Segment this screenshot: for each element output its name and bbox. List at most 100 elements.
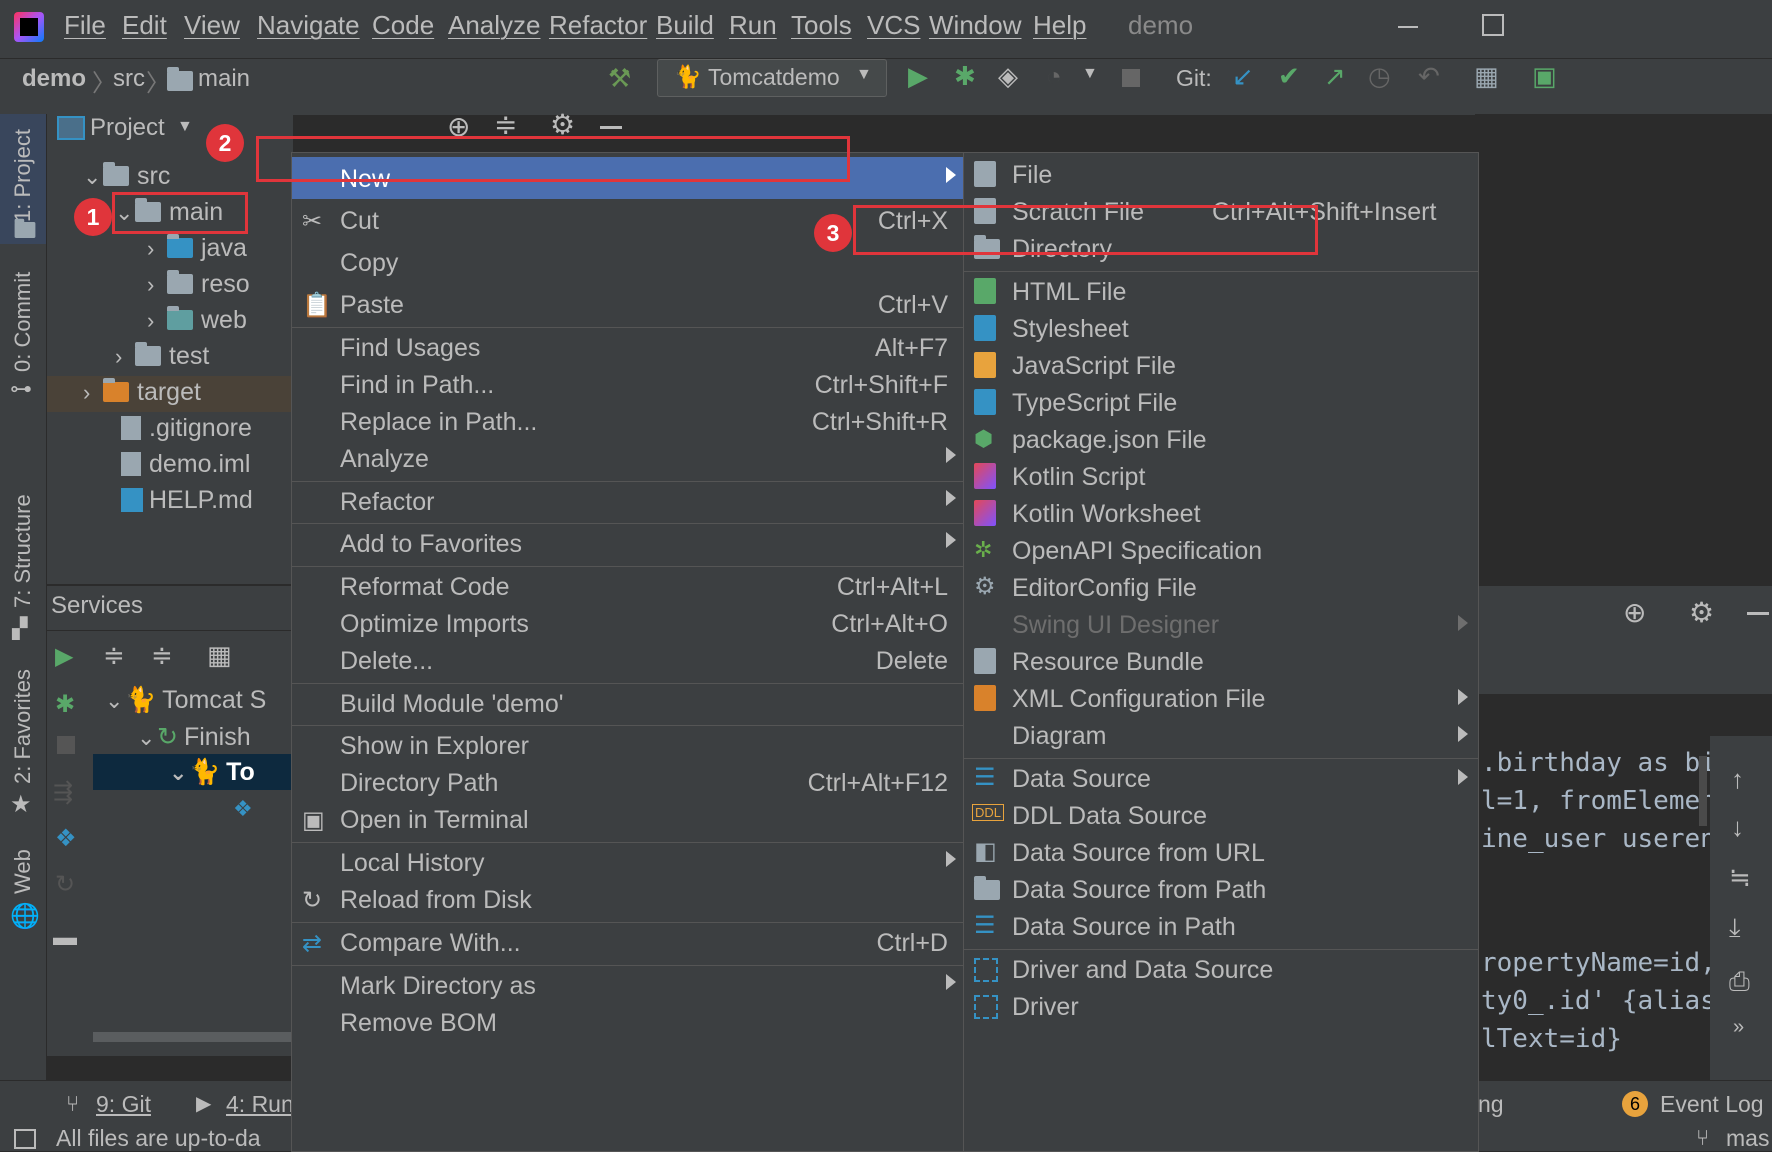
submenu-item-file[interactable]: File bbox=[964, 153, 1478, 195]
stop-icon[interactable] bbox=[57, 736, 75, 754]
vertical-scrollbar[interactable] bbox=[1699, 756, 1707, 826]
menu-vcs[interactable]: VCS bbox=[867, 10, 920, 41]
project-tool-label[interactable]: 1: Project bbox=[10, 129, 36, 222]
service-node-tomcatdemo[interactable]: ⌄🐈 To bbox=[169, 758, 255, 787]
breadcrumb-main[interactable]: main bbox=[198, 65, 250, 93]
git-tool-tab[interactable]: 9: Git bbox=[96, 1091, 151, 1118]
favorites-tool-label[interactable]: 2: Favorites bbox=[10, 669, 36, 784]
chevron-down-icon[interactable]: ⌄ bbox=[83, 164, 103, 190]
submenu-item-editorconfig[interactable]: ⚙ EditorConfig File bbox=[964, 566, 1478, 608]
layout-icon[interactable]: ▬ bbox=[53, 924, 77, 952]
chevron-down-icon[interactable]: ▼ bbox=[1082, 65, 1098, 83]
chevron-right-icon[interactable]: › bbox=[147, 308, 167, 334]
scroll-to-end-icon[interactable]: ⤓ bbox=[1729, 912, 1741, 944]
menu-item-build-module[interactable]: Build Module 'demo' bbox=[292, 682, 964, 724]
menu-item-mark-directory-as[interactable]: Mark Directory as bbox=[292, 964, 964, 1006]
submenu-item-ddl-data-source[interactable]: DDL DDL Data Source bbox=[964, 794, 1478, 836]
submenu-item-kotlin-worksheet[interactable]: Kotlin Worksheet bbox=[964, 492, 1478, 534]
menu-code[interactable]: Code bbox=[372, 10, 434, 41]
menu-file[interactable]: File bbox=[64, 10, 106, 41]
menu-build[interactable]: Build bbox=[656, 10, 714, 41]
submenu-item-package-json[interactable]: ⬢ package.json File bbox=[964, 418, 1478, 460]
chevron-right-icon[interactable]: › bbox=[83, 380, 103, 406]
refresh-icon[interactable]: ↻ bbox=[55, 870, 75, 899]
menu-item-find-in-path[interactable]: Find in Path... Ctrl+Shift+F bbox=[292, 363, 964, 405]
submenu-item-data-source-from-url[interactable]: ◧ Data Source from URL bbox=[964, 831, 1478, 873]
web-tool-label[interactable]: Web bbox=[10, 849, 36, 894]
commit-tool-label[interactable]: 0: Commit bbox=[10, 272, 36, 372]
profile-icon[interactable]: ◔ bbox=[1046, 61, 1062, 92]
tree-node-src[interactable]: ⌄ src bbox=[83, 162, 170, 191]
submenu-item-data-source-from-path[interactable]: Data Source from Path bbox=[964, 868, 1478, 910]
menu-run[interactable]: Run bbox=[729, 10, 777, 41]
artifact-icon[interactable]: ❖ bbox=[55, 824, 77, 853]
hide-icon[interactable] bbox=[600, 126, 622, 129]
chevron-down-icon[interactable]: ⌄ bbox=[169, 760, 189, 786]
minimize-button[interactable] bbox=[1398, 26, 1418, 28]
menu-edit[interactable]: Edit bbox=[122, 10, 167, 41]
horizontal-scrollbar[interactable] bbox=[93, 1032, 293, 1042]
tree-node-resources[interactable]: › reso bbox=[147, 270, 250, 299]
menu-item-local-history[interactable]: Local History bbox=[292, 841, 964, 883]
run-icon[interactable]: ▶ bbox=[908, 61, 928, 92]
tree-node-gitignore[interactable]: .gitignore bbox=[121, 414, 252, 443]
service-node-tomcat[interactable]: ⌄🐈 Tomcat S bbox=[105, 686, 266, 715]
debug-icon[interactable]: ✱ bbox=[954, 61, 976, 92]
chevron-right-icon[interactable]: › bbox=[115, 344, 135, 370]
build-hammer-icon[interactable]: ⚒ bbox=[608, 63, 631, 94]
collapse-all-icon[interactable]: ≑ bbox=[151, 640, 173, 671]
menu-item-open-in-terminal[interactable]: ▣ Open in Terminal bbox=[292, 798, 964, 840]
menu-item-directory-path[interactable]: Directory Path Ctrl+Alt+F12 bbox=[292, 761, 964, 803]
submenu-item-openapi[interactable]: ✲ OpenAPI Specification bbox=[964, 529, 1478, 571]
arrow-down-icon[interactable]: ↓ bbox=[1731, 812, 1744, 843]
git-update-icon[interactable]: ↙ bbox=[1232, 61, 1254, 92]
menu-item-reload-from-disk[interactable]: ↻ Reload from Disk bbox=[292, 878, 964, 920]
submenu-item-kotlin-script[interactable]: Kotlin Script bbox=[964, 455, 1478, 497]
menu-item-add-to-favorites[interactable]: Add to Favorites bbox=[292, 522, 964, 564]
submenu-item-html-file[interactable]: HTML File bbox=[964, 270, 1478, 312]
structure-tool-label[interactable]: 7: Structure bbox=[10, 494, 36, 608]
run-tool-tab[interactable]: 4: Run bbox=[226, 1091, 294, 1118]
soft-wrap-icon[interactable]: ≒ bbox=[1729, 862, 1751, 893]
submenu-item-data-source[interactable]: ☰ Data Source bbox=[964, 757, 1478, 799]
menu-refactor[interactable]: Refactor bbox=[549, 10, 647, 41]
maximize-button[interactable] bbox=[1482, 14, 1504, 36]
chevron-right-icon[interactable]: › bbox=[147, 236, 167, 262]
menu-item-paste[interactable]: 📋 Paste Ctrl+V bbox=[292, 283, 964, 325]
menu-item-refactor[interactable]: Refactor bbox=[292, 480, 964, 522]
run-config-select[interactable]: 🐈 Tomcatdemo ▼ bbox=[657, 59, 887, 97]
menu-view[interactable]: View bbox=[184, 10, 240, 41]
tree-node-webapp[interactable]: › web bbox=[147, 306, 247, 335]
print-icon[interactable]: ⎙ bbox=[1729, 966, 1750, 998]
submenu-item-driver[interactable]: Driver bbox=[964, 985, 1478, 1027]
submenu-item-resource-bundle[interactable]: Resource Bundle bbox=[964, 640, 1478, 682]
submenu-item-javascript-file[interactable]: JavaScript File bbox=[964, 344, 1478, 386]
submenu-item-stylesheet[interactable]: Stylesheet bbox=[964, 307, 1478, 349]
menu-item-optimize-imports[interactable]: Optimize Imports Ctrl+Alt+O bbox=[292, 602, 964, 644]
tree-node-demo-iml[interactable]: demo.iml bbox=[121, 450, 250, 479]
project-view-selector[interactable]: Project bbox=[90, 114, 165, 142]
rollback-icon[interactable]: ↶ bbox=[1418, 61, 1440, 92]
breadcrumb-project[interactable]: demo bbox=[22, 65, 86, 93]
deploy-icon[interactable]: ⇶ bbox=[53, 778, 73, 807]
menu-analyze[interactable]: Analyze bbox=[448, 10, 541, 41]
hide-icon[interactable] bbox=[1747, 612, 1769, 615]
chevron-right-icon[interactable]: › bbox=[147, 272, 167, 298]
gear-icon[interactable]: ⚙ bbox=[1689, 596, 1714, 629]
menu-item-compare-with[interactable]: ⇄ Compare With... Ctrl+D bbox=[292, 921, 964, 963]
menu-item-find-usages[interactable]: Find Usages Alt+F7 bbox=[292, 326, 964, 368]
menu-item-delete[interactable]: Delete... Delete bbox=[292, 639, 964, 681]
menu-tools[interactable]: Tools bbox=[791, 10, 852, 41]
git-branch-widget[interactable]: mas bbox=[1726, 1125, 1769, 1152]
arrow-up-icon[interactable]: ↑ bbox=[1731, 764, 1744, 795]
submenu-item-diagram[interactable]: Diagram bbox=[964, 714, 1478, 756]
menu-item-show-in-explorer[interactable]: Show in Explorer bbox=[292, 724, 964, 766]
chevron-down-icon[interactable]: ⌄ bbox=[105, 688, 125, 714]
menu-item-analyze[interactable]: Analyze bbox=[292, 437, 964, 479]
submenu-item-driver-and-data-source[interactable]: Driver and Data Source bbox=[964, 948, 1478, 990]
submenu-item-xml-config[interactable]: XML Configuration File bbox=[964, 677, 1478, 719]
menu-item-reformat-code[interactable]: Reformat Code Ctrl+Alt+L bbox=[292, 565, 964, 607]
presentation-icon[interactable]: ▣ bbox=[1532, 61, 1557, 92]
submenu-item-data-source-in-path[interactable]: ☰ Data Source in Path bbox=[964, 905, 1478, 947]
tree-node-help-md[interactable]: HELP.md bbox=[121, 486, 253, 515]
